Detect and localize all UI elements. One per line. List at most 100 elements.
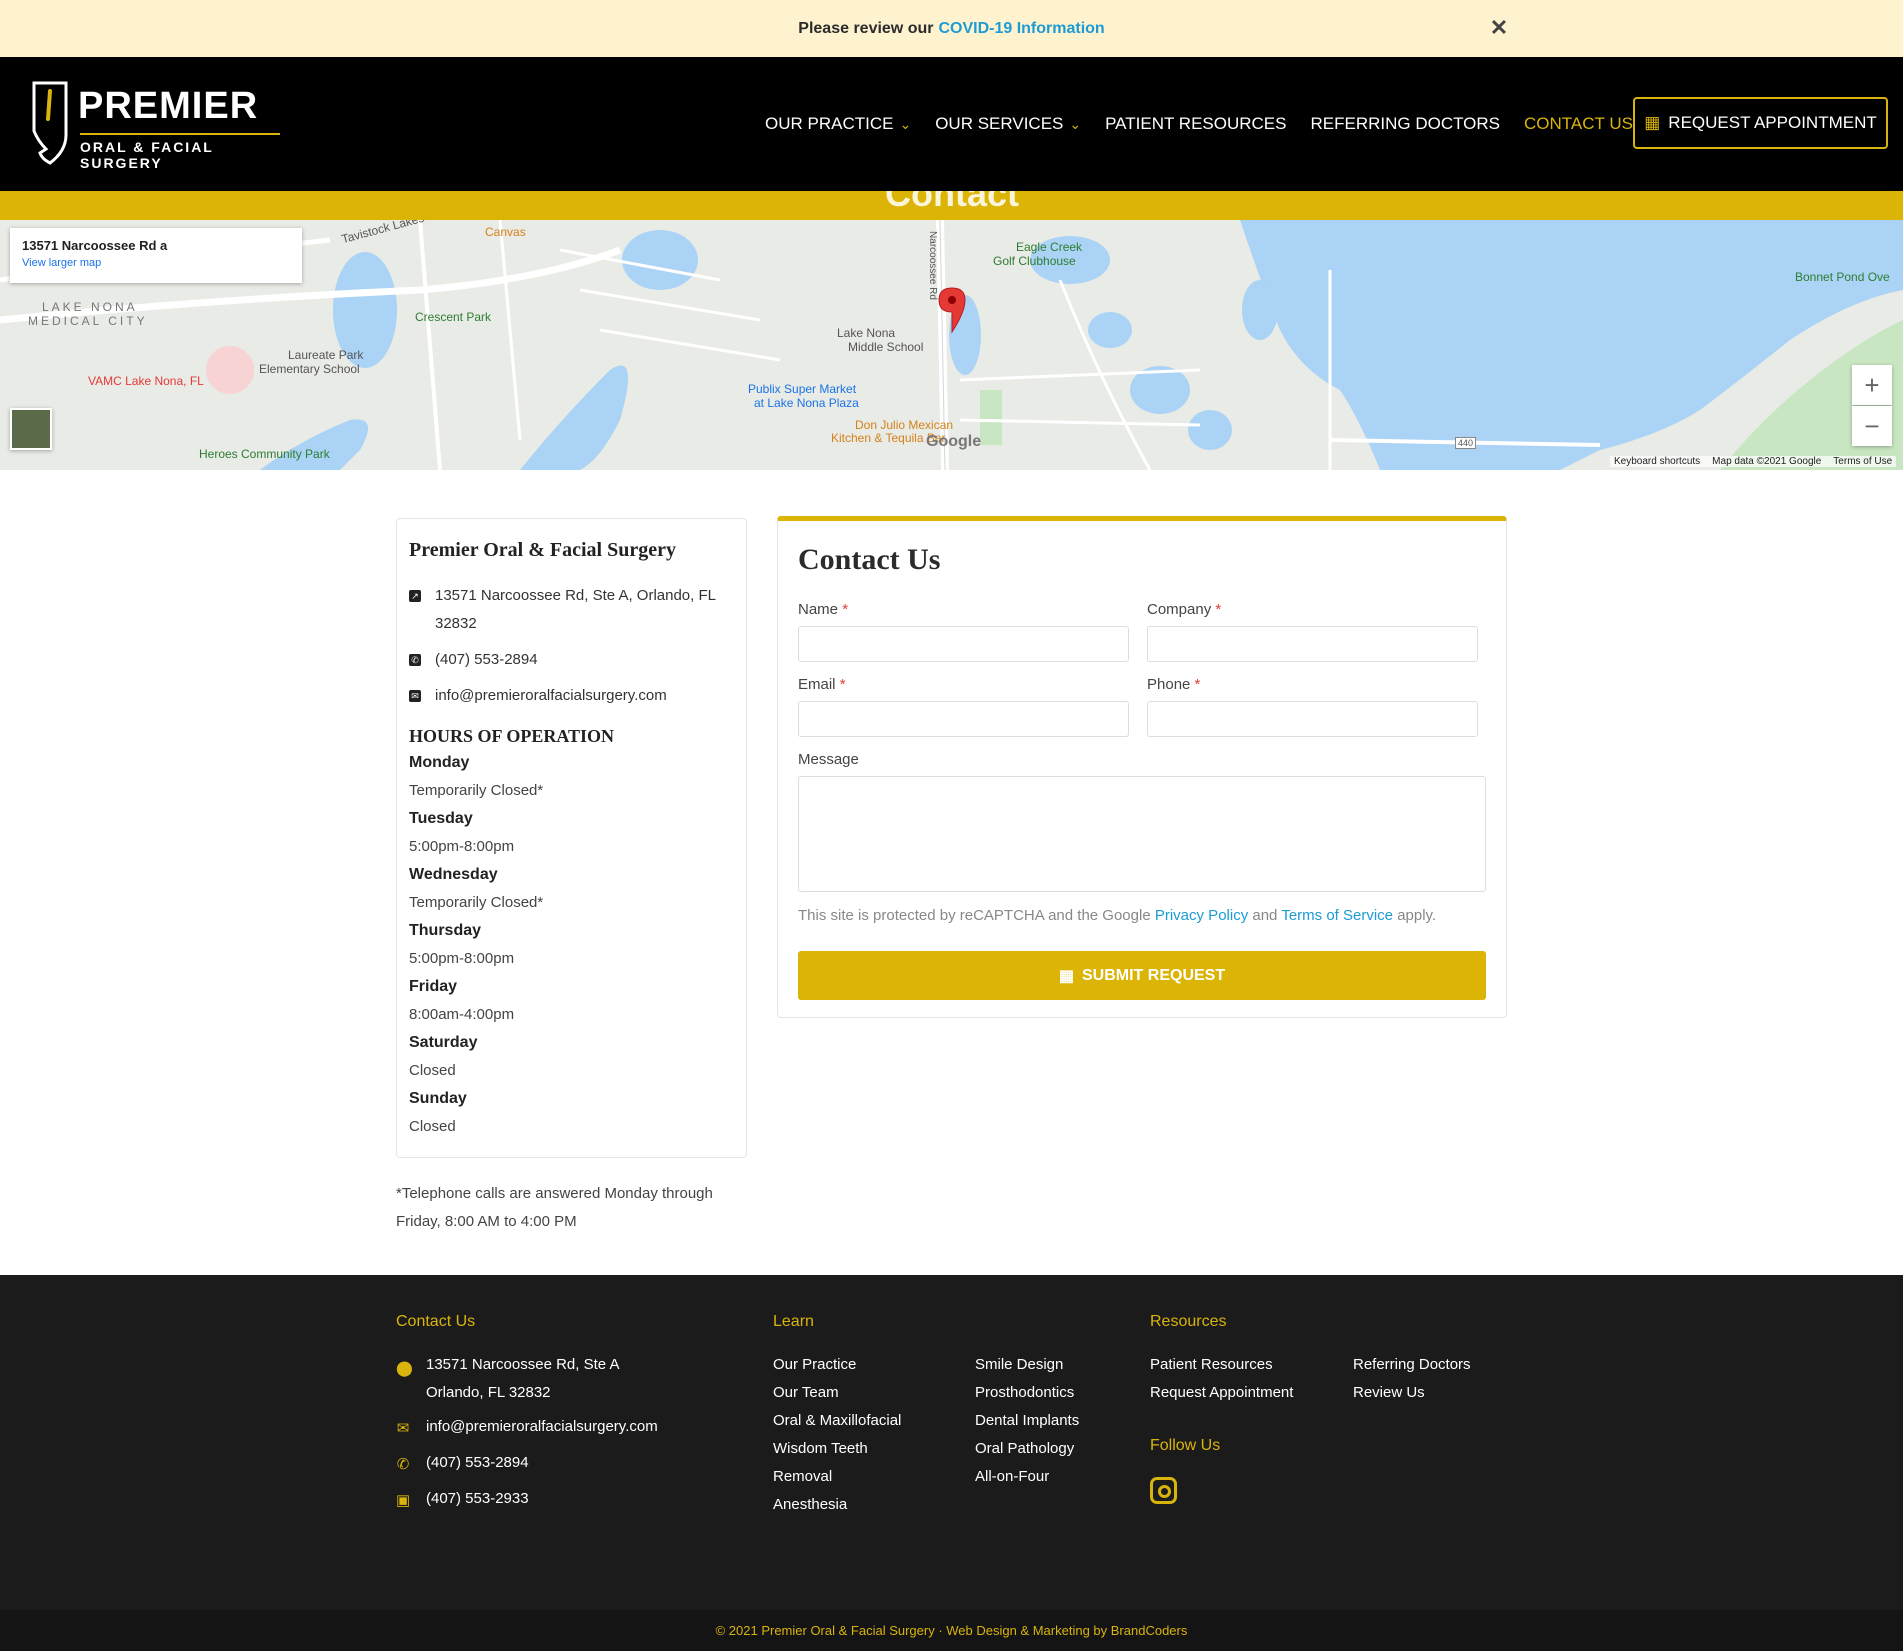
map-address: 13571 Narcoossee Rd a — [22, 238, 168, 253]
logo-name: PREMIER — [78, 85, 259, 127]
notice-text: Please review our — [798, 19, 934, 37]
footer-link-patient-resources[interactable]: Patient Resources — [1150, 1351, 1273, 1379]
hours-title: HOURS OF OPERATION — [409, 726, 615, 746]
zoom-out-button[interactable]: − — [1852, 406, 1892, 446]
email-field-group: Email * — [798, 676, 1129, 737]
envelope-icon: ✉ — [396, 1420, 410, 1437]
hours-time: 5:00pm-8:00pm — [409, 950, 515, 967]
map-label-heroes: Heroes Community Park — [199, 447, 330, 461]
hours-time: 8:00am-4:00pm — [409, 1006, 515, 1023]
footer-link-referring-doctors[interactable]: Referring Doctors — [1353, 1351, 1471, 1379]
google-map[interactable]: Canvas Tavistock Lakes Blvd Eagle Creek … — [0, 220, 1903, 470]
terms-of-service-link[interactable]: Terms of Service — [1281, 907, 1393, 924]
hours-day: Sunday — [409, 1090, 467, 1107]
zoom-in-button[interactable]: + — [1852, 365, 1892, 405]
form-title: Contact Us — [798, 543, 941, 576]
practice-name: Premier Oral & Facial Surgery — [409, 539, 676, 561]
request-appointment-button[interactable]: ▦ REQUEST APPOINTMENT — [1633, 97, 1888, 149]
footer-link-removal[interactable]: Removal — [773, 1463, 832, 1491]
covid-notice-bar: Please review our COVID-19 Information ✕ — [0, 0, 1903, 57]
phone-field-group: Phone * — [1147, 676, 1478, 737]
page-title-banner: Contact — [0, 191, 1903, 220]
logo-divider — [80, 133, 280, 135]
telephone-note: *Telephone calls are answered Monday thr… — [396, 1185, 713, 1230]
footer-link-our-team[interactable]: Our Team — [773, 1379, 839, 1407]
map-label-publix: Publix Super Market — [748, 382, 857, 396]
footer-link-our-practice[interactable]: Our Practice — [773, 1351, 856, 1379]
practice-phone[interactable]: (407) 553-2894 — [435, 646, 538, 674]
hours-day: Friday — [409, 978, 458, 995]
practice-email[interactable]: info@premieroralfacialsurgery.com — [435, 682, 667, 710]
instagram-icon[interactable] — [1150, 1477, 1177, 1504]
footer-link-request-appointment[interactable]: Request Appointment — [1150, 1379, 1293, 1407]
envelope-icon: ✉ — [409, 690, 421, 702]
hours-time: Closed — [409, 1062, 456, 1079]
map-label-lake-nona-med: LAKE NONA — [42, 300, 138, 314]
footer-link-anesthesia[interactable]: Anesthesia — [773, 1491, 847, 1519]
phone-input[interactable] — [1147, 701, 1478, 737]
map-label-laureate-park: Laureate Park — [288, 348, 364, 362]
chevron-down-icon: ⌄ — [899, 115, 912, 132]
page-title: Contact — [885, 191, 1019, 214]
view-larger-map-link[interactable]: View larger map — [22, 257, 290, 269]
site-footer: Contact Us ⬤ 13571 Narcoossee Rd, Ste A … — [0, 1275, 1903, 1610]
email-input[interactable] — [798, 701, 1129, 737]
footer-link-oral-maxillofacial[interactable]: Oral & Maxillofacial — [773, 1407, 901, 1435]
footer-link-smile-design[interactable]: Smile Design — [975, 1351, 1063, 1379]
hours-time: 5:00pm-8:00pm — [409, 838, 515, 855]
satellite-toggle[interactable] — [10, 408, 52, 450]
company-field-group: Company * — [1147, 601, 1478, 662]
message-label: Message — [798, 751, 859, 768]
hours-day: Monday — [409, 754, 470, 771]
footer-link-all-on-four[interactable]: All-on-Four — [975, 1463, 1049, 1491]
site-header: PREMIER ORAL & FACIAL SURGERY OUR PRACTI… — [0, 57, 1903, 191]
nav-contact-us[interactable]: CONTACT US — [1524, 114, 1633, 134]
footer-learn-title: Learn — [773, 1313, 814, 1330]
phone-label: Phone * — [1147, 676, 1201, 693]
terms-of-use-link[interactable]: Terms of Use — [1833, 456, 1892, 467]
footer-link-review-us[interactable]: Review Us — [1353, 1379, 1425, 1407]
phone-icon: ✆ — [396, 1456, 410, 1473]
covid-info-link[interactable]: COVID-19 Information — [938, 20, 1104, 38]
message-textarea[interactable] — [798, 776, 1486, 892]
copyright-bar: © 2021 Premier Oral & Facial Surgery · W… — [0, 1610, 1903, 1651]
keyboard-shortcuts-link[interactable]: Keyboard shortcuts — [1614, 456, 1700, 467]
footer-email[interactable]: info@premieroralfacialsurgery.com — [426, 1413, 658, 1441]
map-label-canvas: Canvas — [485, 225, 526, 239]
company-input[interactable] — [1147, 626, 1478, 662]
email-label: Email * — [798, 676, 846, 693]
map-label-vamc: VAMC Lake Nona, FL — [88, 374, 204, 388]
address-row: ↗ 13571 Narcoossee Rd, Ste A, Orlando, F… — [409, 582, 734, 638]
map-label-narcoossee: Narcoossee Rd — [926, 231, 938, 300]
footer-link-prosthodontics[interactable]: Prosthodontics — [975, 1379, 1074, 1407]
hours-day: Thursday — [409, 922, 482, 939]
tooth-logo-icon — [32, 81, 68, 165]
nav-our-practice[interactable]: OUR PRACTICE ⌄ — [765, 114, 911, 134]
nav-referring-doctors[interactable]: REFERRING DOCTORS — [1310, 114, 1500, 134]
footer-address-line1: 13571 Narcoossee Rd, Ste A — [426, 1356, 620, 1373]
footer-link-oral-pathology[interactable]: Oral Pathology — [975, 1435, 1074, 1463]
map-label-eagle-creek: Eagle Creek — [1016, 240, 1083, 254]
fax-icon: ▣ — [396, 1492, 411, 1509]
copyright-text: © 2021 Premier Oral & Facial Surgery · W… — [715, 1623, 1188, 1638]
footer-link-dental-implants[interactable]: Dental Implants — [975, 1407, 1079, 1435]
map-label-publix-plaza: at Lake Nona Plaza — [754, 396, 859, 410]
logo-subtitle: ORAL & FACIAL SURGERY — [80, 139, 214, 171]
hours-time: Closed — [409, 1118, 456, 1135]
close-icon[interactable]: ✕ — [1487, 16, 1511, 40]
map-data-text: Map data ©2021 Google — [1712, 456, 1822, 467]
map-label-elementary: Elementary School — [259, 362, 360, 376]
footer-phone[interactable]: (407) 553-2894 — [426, 1449, 529, 1477]
name-input[interactable] — [798, 626, 1129, 662]
phone-row[interactable]: ✆ (407) 553-2894 — [409, 646, 734, 674]
nav-our-services[interactable]: OUR SERVICES ⌄ — [935, 114, 1081, 134]
map-label-bonnet-pond: Bonnet Pond Ove — [1795, 270, 1890, 284]
footer-contact-title: Contact Us — [396, 1313, 476, 1330]
email-row[interactable]: ✉ info@premieroralfacialsurgery.com — [409, 682, 734, 710]
logo[interactable]: PREMIER ORAL & FACIAL SURGERY — [28, 79, 288, 171]
footer-link-wisdom-teeth[interactable]: Wisdom Teeth — [773, 1435, 868, 1463]
nav-patient-resources[interactable]: PATIENT RESOURCES — [1105, 114, 1286, 134]
phone-icon: ✆ — [409, 654, 421, 666]
privacy-policy-link[interactable]: Privacy Policy — [1155, 907, 1248, 924]
submit-request-button[interactable]: ▦ SUBMIT REQUEST — [798, 951, 1486, 1000]
